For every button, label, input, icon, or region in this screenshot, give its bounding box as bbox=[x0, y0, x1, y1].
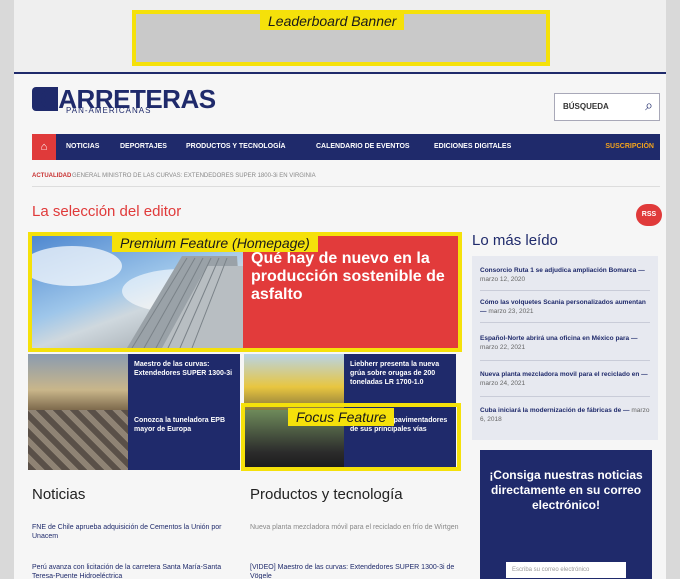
list-item[interactable]: Consorcio Ruta 1 se adjudica ampliación … bbox=[480, 266, 650, 284]
logo-subtitle: PAN-AMERICANAS bbox=[66, 106, 152, 115]
divider bbox=[480, 322, 650, 323]
list-item[interactable]: Nueva planta mezcladora movil para el re… bbox=[480, 370, 650, 388]
ticker-label: ACTUALIDAD bbox=[32, 173, 72, 179]
item-date: marzo 22, 2021 bbox=[480, 344, 526, 351]
list-item[interactable]: Español-Norte abrirá una oficina en Méxi… bbox=[480, 334, 650, 352]
premium-image-graphic bbox=[32, 246, 243, 348]
nav-item-ediciones[interactable]: EDICIONES DIGITALES bbox=[434, 143, 511, 150]
premium-feature-headline[interactable]: Qué hay de nuevo en la producción sosten… bbox=[251, 250, 451, 304]
divider bbox=[480, 396, 650, 397]
noticias-title: Noticias bbox=[32, 486, 86, 503]
rss-badge[interactable]: RSS bbox=[636, 204, 662, 226]
news-ticker: ACTUALIDAD GENERAL MINISTRO DE LAS CURVA… bbox=[32, 168, 660, 187]
divider bbox=[480, 360, 650, 361]
list-item[interactable]: [VIDEO] Maestro de las curvas: Extendedo… bbox=[250, 563, 460, 579]
newsletter-box: ¡Consiga nuestras noticias directamente … bbox=[480, 450, 652, 579]
nav-item-productos[interactable]: PRODUCTOS Y TECNOLOGÍA bbox=[186, 143, 286, 150]
leaderboard-banner-tag: Leaderboard Banner bbox=[260, 12, 405, 30]
item-title: Cuba iniciará la modernización de fábric… bbox=[480, 407, 622, 414]
card-thumbnail bbox=[28, 354, 128, 414]
nav-item-calendario[interactable]: CALENDARIO DE EVENTOS bbox=[316, 143, 410, 150]
list-item[interactable]: Cuba iniciará la modernización de fábric… bbox=[480, 406, 650, 424]
premium-feature-image bbox=[32, 236, 243, 348]
focus-feature-tag: Focus Feature bbox=[288, 408, 395, 426]
feature-card[interactable]: Conozca la tuneladora EPB mayor de Europ… bbox=[28, 410, 240, 470]
item-title: Consorcio Ruta 1 se adjudica ampliación … bbox=[480, 267, 637, 274]
premium-feature-tag: Premium Feature (Homepage) bbox=[112, 234, 318, 252]
item-title: Español-Norte abrirá una oficina en Méxi… bbox=[480, 335, 630, 342]
productos-title: Productos y tecnología bbox=[250, 486, 403, 503]
home-icon[interactable]: ⌂ bbox=[32, 134, 56, 160]
card-title: Conozca la tuneladora EPB mayor de Europ… bbox=[134, 417, 226, 433]
item-title: Cómo las volquetes Scania personalizados… bbox=[480, 299, 646, 306]
nav-subscribe[interactable]: SUSCRIPCIÓN bbox=[605, 143, 654, 150]
card-title: Maestro de las curvas: Extendedores SUPE… bbox=[134, 361, 233, 377]
premium-feature-panel: Qué hay de nuevo en la producción sosten… bbox=[243, 236, 458, 348]
divider bbox=[480, 290, 650, 291]
card-title: Liebherr presenta la nueva grúa sobre or… bbox=[350, 361, 440, 386]
nav-item-noticias[interactable]: NOTICIAS bbox=[66, 143, 99, 150]
email-field[interactable]: Escriba su correo electrónico bbox=[506, 562, 626, 578]
list-item[interactable]: FNE de Chile aprueba adquisición de Ceme… bbox=[32, 523, 232, 541]
item-date: marzo 23, 2021 bbox=[488, 308, 534, 315]
editor-section-title: La selección del editor bbox=[32, 203, 182, 220]
search-label: BÚSQUEDA bbox=[563, 102, 609, 111]
list-item[interactable]: Perú avanza con licitación de la carrete… bbox=[32, 563, 232, 579]
item-date: marzo 12, 2020 bbox=[480, 276, 526, 283]
web-page: Leaderboard Banner CARRETERAS PAN-AMERIC… bbox=[14, 0, 666, 579]
card-thumbnail bbox=[28, 410, 128, 470]
main-nav: ⌂ NOTICIAS DEPORTAJES PRODUCTOS Y TECNOL… bbox=[32, 134, 660, 160]
search-box[interactable]: BÚSQUEDA ⌕ bbox=[554, 93, 660, 121]
most-read-list: Consorcio Ruta 1 se adjudica ampliación … bbox=[472, 256, 658, 440]
nav-item-reportajes[interactable]: DEPORTAJES bbox=[120, 143, 167, 150]
newsletter-title: ¡Consiga nuestras noticias directamente … bbox=[489, 468, 643, 512]
list-item[interactable]: Nueva planta mezcladora móvil para el re… bbox=[250, 523, 460, 532]
search-icon[interactable]: ⌕ bbox=[645, 97, 653, 114]
card-text-panel: Conozca la tuneladora EPB mayor de Europ… bbox=[128, 410, 240, 470]
feature-card[interactable]: Maestro de las curvas: Extendedores SUPE… bbox=[28, 354, 240, 414]
card-text-panel: Maestro de las curvas: Extendedores SUPE… bbox=[128, 354, 240, 414]
list-item[interactable]: Cómo las volquetes Scania personalizados… bbox=[480, 298, 650, 316]
ticker-text[interactable]: GENERAL MINISTRO DE LAS CURVAS: EXTENDED… bbox=[72, 173, 316, 179]
item-title: Nueva planta mezcladora movil para el re… bbox=[480, 371, 640, 378]
item-date: marzo 24, 2021 bbox=[480, 380, 526, 387]
site-logo[interactable]: CARRETERAS PAN-AMERICANAS bbox=[32, 84, 216, 118]
most-read-title: Lo más leído bbox=[472, 232, 558, 249]
